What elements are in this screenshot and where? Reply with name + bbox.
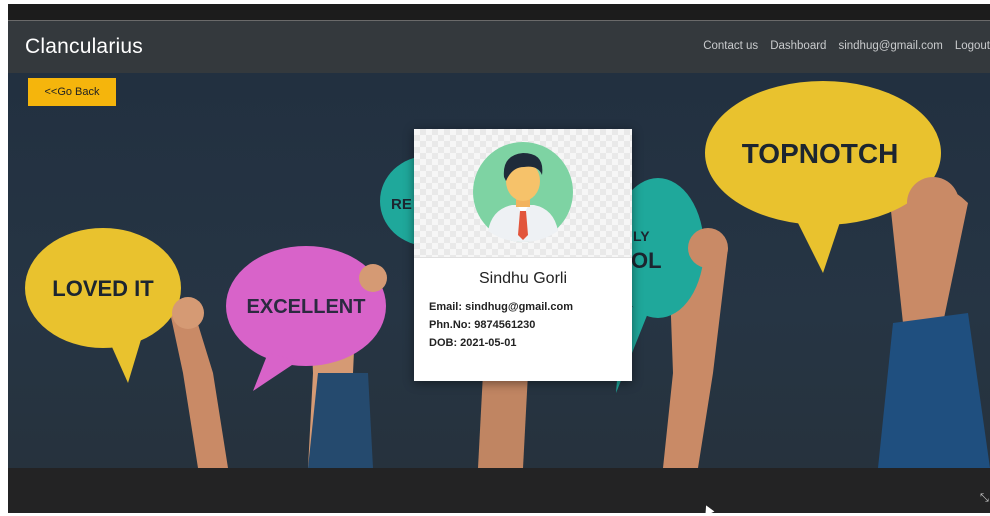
- app-window: Clancularius Contact us Dashboard sindhu…: [8, 4, 990, 513]
- hand-left: [172, 297, 204, 329]
- profile-phone-value: 9874561230: [474, 319, 536, 331]
- bubble-excellent-label: EXCELLENT: [247, 296, 366, 318]
- expand-icon[interactable]: ⤡: [980, 492, 989, 505]
- profile-dob-row: DOB: 2021-05-01: [429, 337, 516, 349]
- nav-user-email[interactable]: sindhug@gmail.com: [838, 40, 942, 52]
- hand-right: [907, 177, 959, 229]
- profile-card: Sindhu Gorli Email: sindhug@gmail.com Ph…: [414, 129, 632, 381]
- arm-center: [478, 373, 528, 468]
- sleeve-blue: [308, 373, 373, 468]
- profile-email-row: Email: sindhug@gmail.com: [429, 301, 573, 313]
- bubble-teal-right-label-1: LY: [633, 228, 650, 244]
- bubble-teal-left-label: RE: [391, 196, 412, 213]
- bubble-teal-right-label-2: OL: [631, 248, 662, 273]
- hand-pink: [359, 264, 387, 292]
- bubble-loved-it-label: LOVED IT: [52, 276, 154, 301]
- nav-dashboard[interactable]: Dashboard: [770, 40, 826, 52]
- profile-phone-label: Phn.No:: [429, 319, 472, 331]
- profile-name: Sindhu Gorli: [478, 270, 568, 287]
- profile-dob-value: 2021-05-01: [460, 337, 517, 349]
- user-avatar-icon: [473, 142, 573, 242]
- hand-teal: [688, 228, 728, 268]
- profile-card-header: [414, 129, 632, 257]
- browser-strip: [8, 4, 990, 21]
- nav-contact-us[interactable]: Contact us: [703, 40, 758, 52]
- card-divider: [414, 257, 632, 258]
- sleeve-right: [878, 313, 990, 468]
- navbar: Clancularius Contact us Dashboard sindhu…: [8, 21, 990, 73]
- footer-bar: [8, 468, 990, 513]
- profile-email-label: Email:: [429, 301, 463, 313]
- brand-logo[interactable]: Clancularius: [25, 35, 143, 59]
- nav-logout[interactable]: Logout: [955, 40, 990, 52]
- nav-links: Contact us Dashboard sindhug@gmail.com L…: [691, 40, 990, 52]
- profile-email-value: sindhug@gmail.com: [465, 301, 573, 313]
- bubble-loved-it: LOVED IT: [25, 228, 181, 383]
- profile-phone-row: Phn.No: 9874561230: [429, 319, 535, 331]
- bubble-topnotch-label: TOPNOTCH: [742, 138, 899, 169]
- profile-dob-label: DOB:: [429, 337, 458, 349]
- bubble-excellent: EXCELLENT: [226, 246, 386, 391]
- go-back-button[interactable]: <<Go Back: [28, 78, 116, 106]
